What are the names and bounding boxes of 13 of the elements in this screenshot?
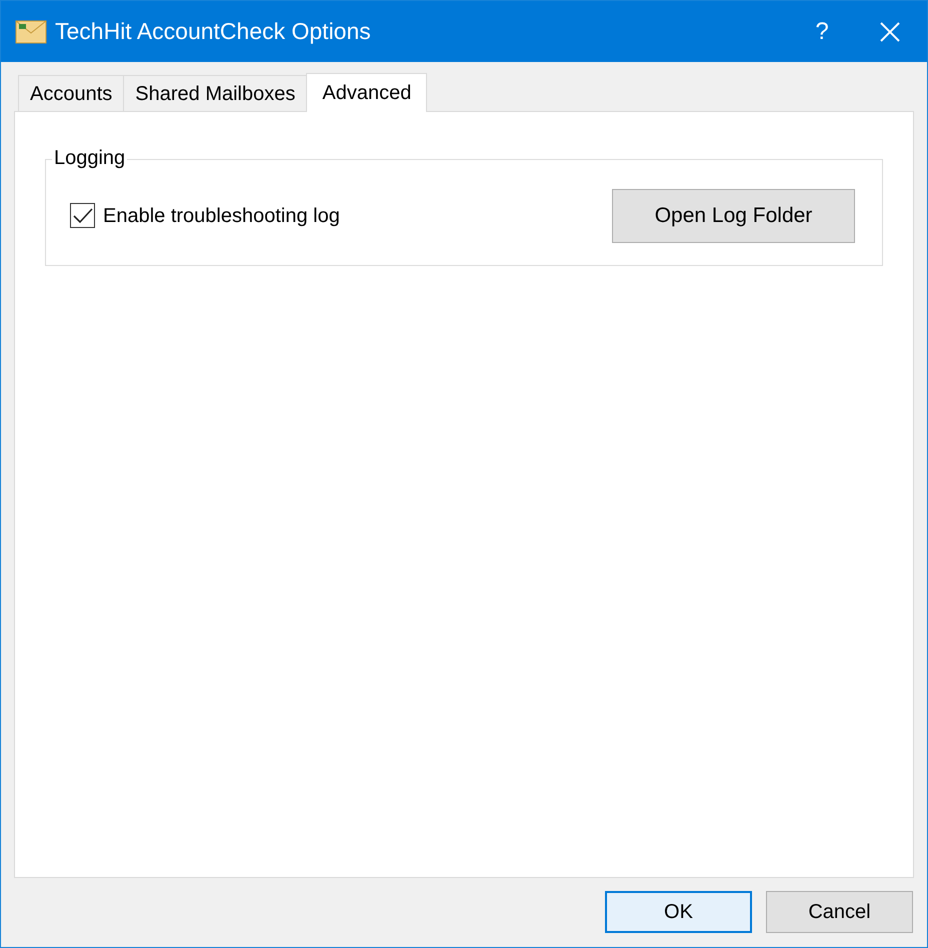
window-title: TechHit AccountCheck Options bbox=[55, 17, 371, 46]
envelope-icon bbox=[15, 20, 47, 44]
dialog-button[interactable]: Cancel bbox=[766, 891, 913, 933]
close-icon bbox=[880, 22, 900, 42]
tab[interactable]: Advanced bbox=[306, 73, 428, 112]
open-log-folder-button[interactable]: Open Log Folder bbox=[612, 188, 855, 242]
checkbox[interactable]: Enable troubleshooting log bbox=[70, 200, 340, 230]
checkbox-box[interactable] bbox=[70, 203, 95, 228]
help-button[interactable]: ? bbox=[799, 12, 845, 52]
dialog-button[interactable]: OK bbox=[605, 891, 752, 933]
check-icon bbox=[72, 208, 92, 224]
tab[interactable]: Accounts bbox=[18, 75, 124, 111]
checkbox-label: Enable troubleshooting log bbox=[103, 204, 340, 228]
